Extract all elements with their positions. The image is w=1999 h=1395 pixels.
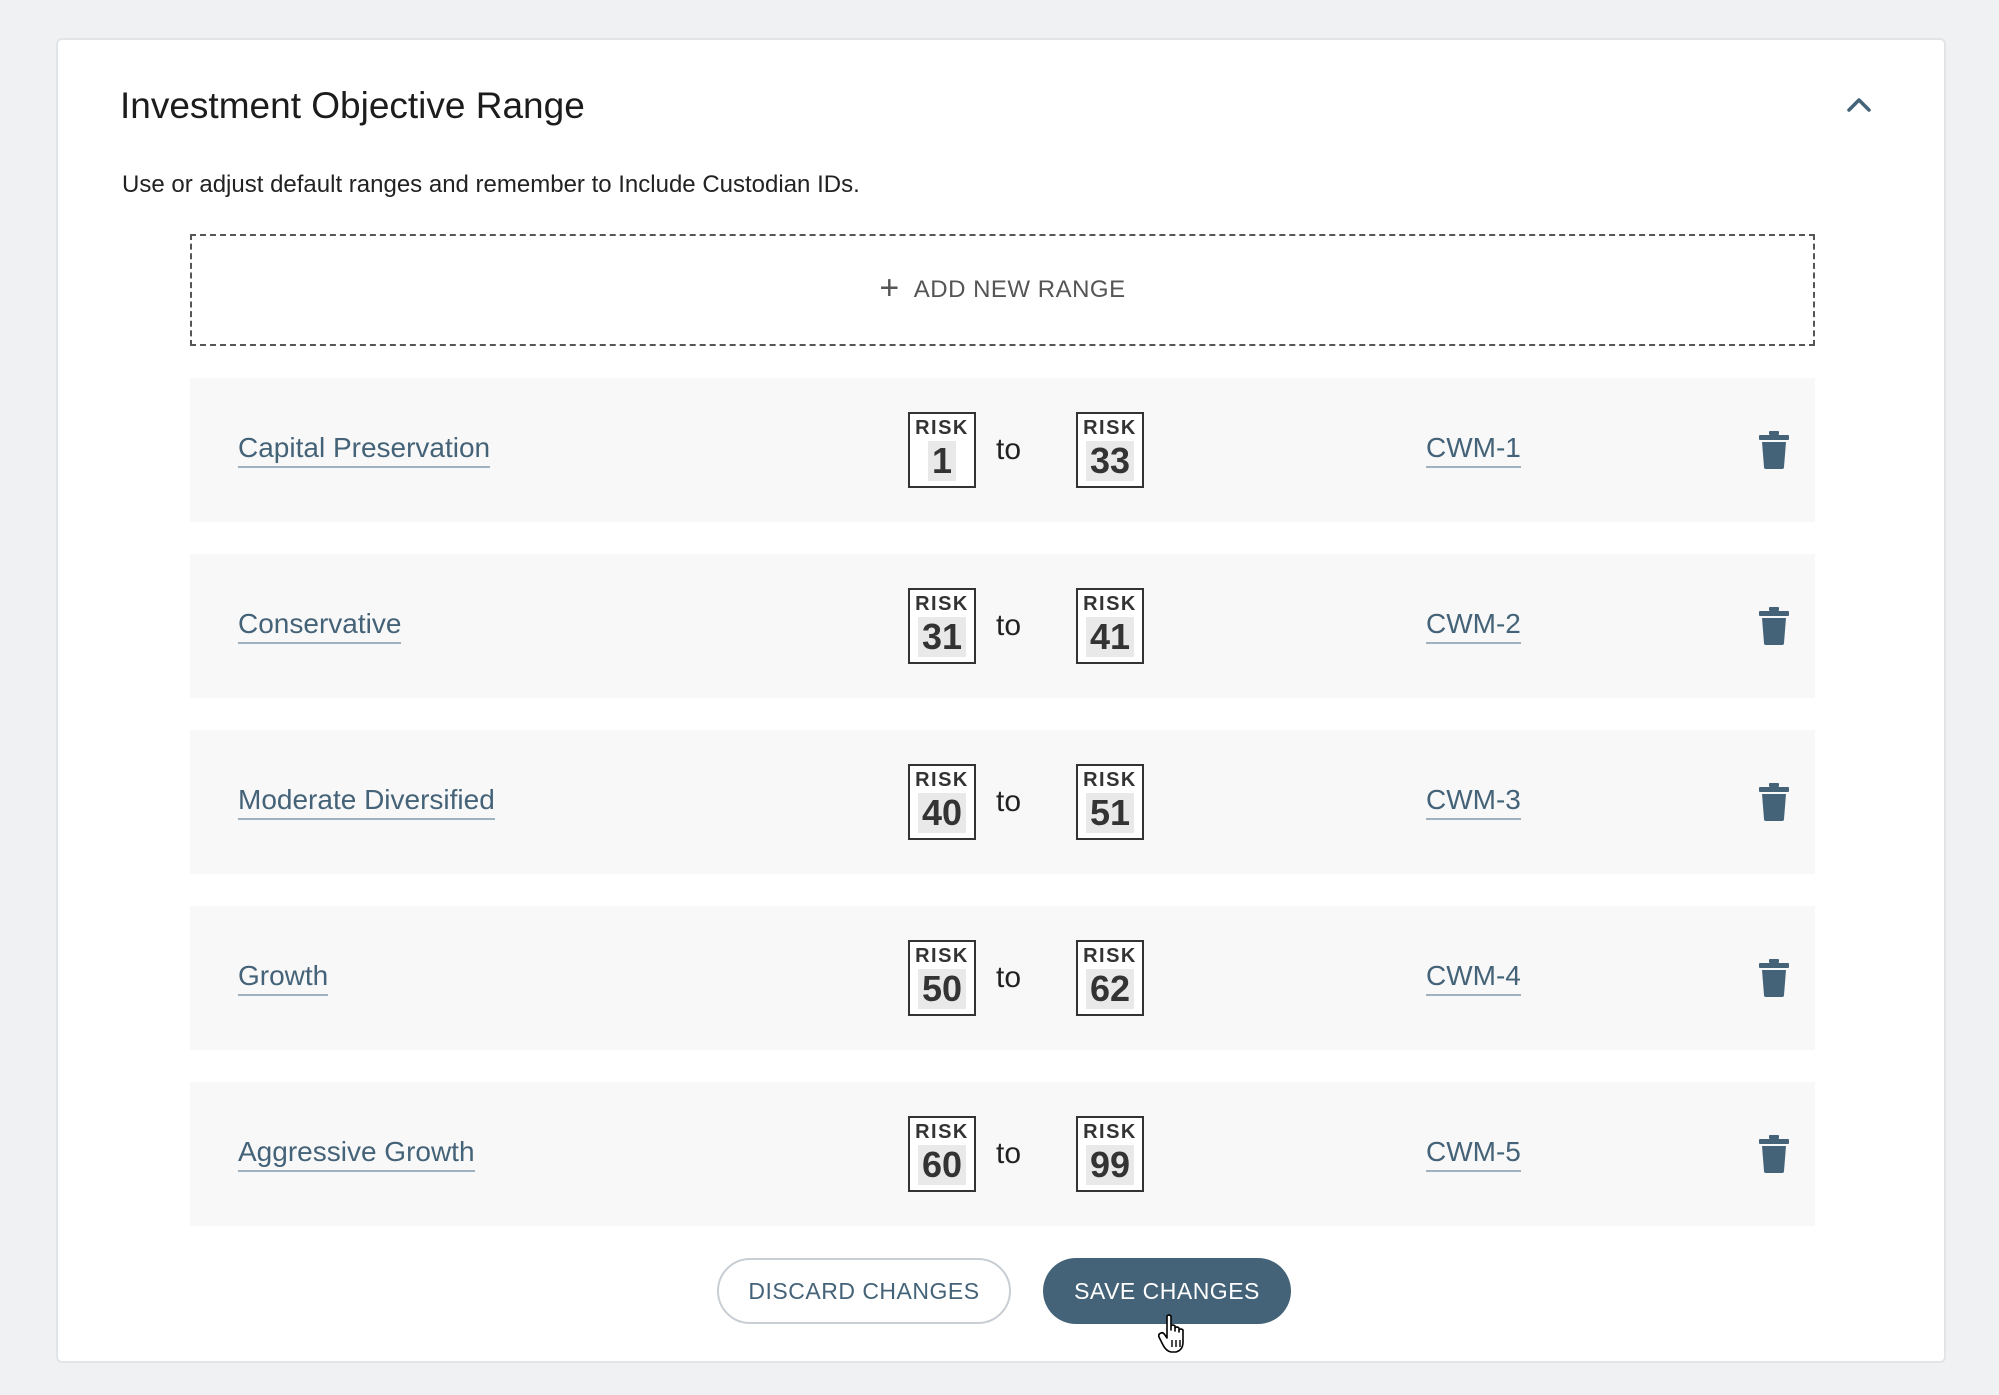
risk-to-badge[interactable]: RISK 41: [1076, 588, 1144, 664]
risk-to-badge[interactable]: RISK 33: [1076, 412, 1144, 488]
risk-to-value: 99: [1085, 1145, 1135, 1185]
risk-to-badge[interactable]: RISK 51: [1076, 764, 1144, 840]
custodian-id-link[interactable]: CWM-1: [1426, 432, 1521, 468]
range-name-link[interactable]: Moderate Diversified: [238, 784, 495, 820]
risk-label: RISK: [915, 1121, 969, 1143]
to-label: to: [996, 433, 1022, 466]
panel-title: Investment Objective Range: [120, 85, 585, 126]
risk-from-badge[interactable]: RISK 1: [908, 412, 976, 488]
custodian-id-link[interactable]: CWM-3: [1426, 784, 1521, 820]
risk-label: RISK: [1083, 593, 1137, 615]
risk-from-value: 50: [917, 969, 967, 1009]
range-row: Moderate Diversified RISK 40 to RISK 51 …: [190, 730, 1815, 874]
risk-from-badge[interactable]: RISK 40: [908, 764, 976, 840]
risk-from-value: 40: [917, 793, 967, 833]
panel-description: Use or adjust default ranges and remembe…: [122, 171, 860, 198]
risk-from-value: 60: [917, 1145, 967, 1185]
risk-to-value: 62: [1085, 969, 1135, 1009]
range-name-link[interactable]: Capital Preservation: [238, 432, 491, 468]
risk-from-value: 31: [917, 617, 967, 657]
risk-from-value: 1: [927, 441, 957, 481]
range-row: Growth RISK 50 to RISK 62 CWM-4: [190, 906, 1815, 1050]
risk-from-badge[interactable]: RISK 50: [908, 940, 976, 1016]
trash-icon[interactable]: [1758, 431, 1790, 469]
discard-changes-button[interactable]: DISCARD CHANGES: [717, 1258, 1011, 1324]
risk-from-badge[interactable]: RISK 31: [908, 588, 976, 664]
add-new-range-label: ADD NEW RANGE: [913, 276, 1126, 303]
to-label: to: [996, 785, 1022, 818]
ranges-list: Capital Preservation RISK 1 to RISK 33 C…: [190, 378, 1815, 1226]
range-name-link[interactable]: Aggressive Growth: [238, 1136, 475, 1172]
risk-label: RISK: [1083, 945, 1137, 967]
range-row: Capital Preservation RISK 1 to RISK 33 C…: [190, 378, 1815, 522]
chevron-up-icon: [1847, 98, 1871, 112]
trash-icon[interactable]: [1758, 783, 1790, 821]
plus-icon: +: [879, 269, 900, 307]
risk-label: RISK: [1083, 1121, 1137, 1143]
custodian-id-link[interactable]: CWM-2: [1426, 608, 1521, 644]
risk-to-value: 51: [1085, 793, 1135, 833]
investment-objective-range-panel: Investment Objective Range Use or adjust…: [56, 38, 1946, 1363]
add-new-range-button[interactable]: + ADD NEW RANGE: [190, 234, 1815, 346]
risk-label: RISK: [915, 769, 969, 791]
save-changes-button[interactable]: SAVE CHANGES: [1043, 1258, 1291, 1324]
risk-to-value: 41: [1085, 617, 1135, 657]
risk-to-badge[interactable]: RISK 99: [1076, 1116, 1144, 1192]
trash-icon[interactable]: [1758, 1135, 1790, 1173]
range-row: Aggressive Growth RISK 60 to RISK 99 CWM…: [190, 1082, 1815, 1226]
risk-label: RISK: [915, 945, 969, 967]
trash-icon[interactable]: [1758, 607, 1790, 645]
range-name-link[interactable]: Conservative: [238, 608, 402, 644]
risk-from-badge[interactable]: RISK 60: [908, 1116, 976, 1192]
custodian-id-link[interactable]: CWM-5: [1426, 1136, 1521, 1172]
trash-icon[interactable]: [1758, 959, 1790, 997]
collapse-button[interactable]: [1832, 78, 1886, 132]
risk-label: RISK: [915, 593, 969, 615]
range-row: Conservative RISK 31 to RISK 41 CWM-2: [190, 554, 1815, 698]
risk-to-value: 33: [1085, 441, 1135, 481]
custodian-id-link[interactable]: CWM-4: [1426, 960, 1521, 996]
risk-label: RISK: [1083, 769, 1137, 791]
form-actions: DISCARD CHANGES SAVE CHANGES: [58, 1258, 1944, 1324]
to-label: to: [996, 1137, 1022, 1170]
to-label: to: [996, 961, 1022, 994]
risk-label: RISK: [1083, 417, 1137, 439]
to-label: to: [996, 609, 1022, 642]
risk-to-badge[interactable]: RISK 62: [1076, 940, 1144, 1016]
range-name-link[interactable]: Growth: [238, 960, 329, 996]
risk-label: RISK: [915, 417, 969, 439]
